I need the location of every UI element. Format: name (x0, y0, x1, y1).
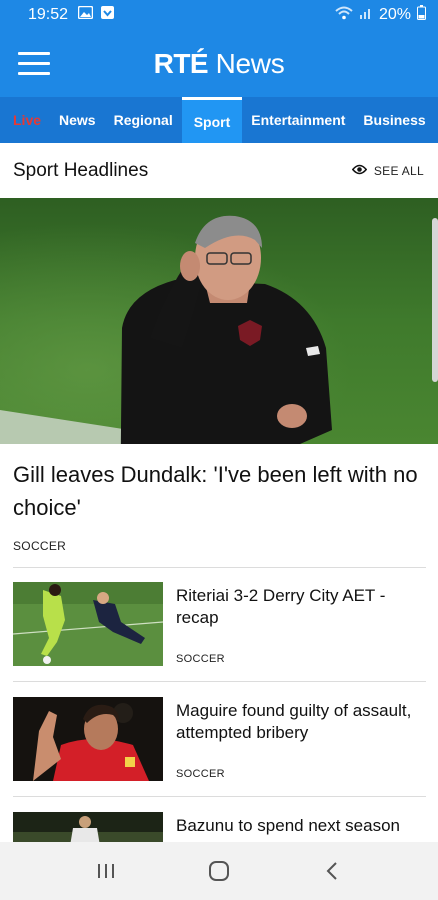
hamburger-menu-icon[interactable] (18, 52, 50, 76)
back-icon[interactable] (312, 851, 352, 891)
battery-icon (417, 5, 426, 25)
app-title-text: News (215, 47, 285, 79)
status-bar: 19:52 20% (0, 0, 438, 30)
scrollbar[interactable] (432, 218, 438, 382)
battery-text: 20% (378, 6, 411, 23)
hero-image[interactable] (0, 198, 438, 444)
brand-logo: RTÉ (153, 47, 209, 79)
app-bar: RTÉ News (0, 30, 438, 97)
tab-live[interactable]: Live (0, 97, 50, 143)
section-header: Sport Headlines SEE ALL (0, 143, 438, 198)
status-time: 19:52 (28, 6, 69, 23)
tab-news[interactable]: News (50, 97, 105, 143)
home-icon[interactable] (199, 851, 239, 891)
tab-entertainment[interactable]: Entertainment (242, 97, 354, 143)
download-icon (101, 6, 115, 24)
article-category: SOCCER (176, 653, 225, 665)
recents-icon[interactable] (86, 851, 126, 891)
article-title: Bazunu to spend next season (176, 816, 400, 835)
divider (13, 681, 426, 682)
article-item-2[interactable]: Maguire found guilty of assault, attempt… (13, 697, 426, 783)
eye-icon (351, 164, 368, 178)
tab-regional[interactable]: Regional (105, 97, 182, 143)
wifi-icon (335, 6, 353, 25)
article-title: Maguire found guilty of assault, attempt… (176, 701, 412, 742)
tab-sport[interactable]: Sport (181, 97, 243, 143)
article-thumbnail (13, 697, 163, 781)
tab-business[interactable]: Business (354, 97, 434, 143)
divider (13, 567, 426, 568)
divider (13, 796, 426, 797)
signal-icon (359, 6, 373, 25)
status-right: 20% (335, 5, 426, 25)
article-thumbnail (13, 582, 163, 666)
hero-headline[interactable]: Gill leaves Dundalk: 'I've been left wit… (13, 458, 423, 524)
app-title: RTÉ News (154, 48, 285, 80)
category-tabs: Live News Regional Sport Entertainment B… (0, 97, 438, 143)
article-category: SOCCER (176, 768, 225, 780)
hero-category: SOCCER (13, 539, 67, 553)
gallery-icon (77, 5, 94, 24)
see-all-label: SEE ALL (373, 163, 424, 178)
article-title: Riteriai 3-2 Derry City AET - recap (176, 586, 386, 627)
section-title: Sport Headlines (13, 159, 149, 181)
system-nav-bar (0, 842, 438, 900)
see-all-button[interactable]: SEE ALL (351, 163, 424, 178)
article-item-1[interactable]: Riteriai 3-2 Derry City AET - recap SOCC… (13, 582, 426, 668)
